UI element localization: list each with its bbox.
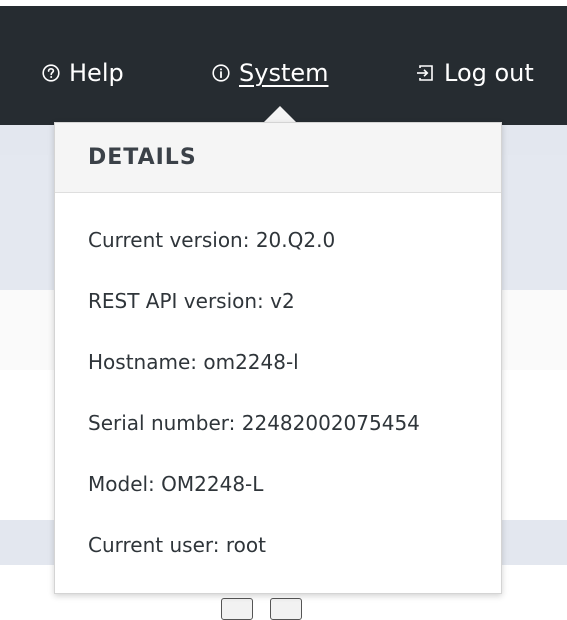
log-out-link[interactable]: Log out <box>415 58 534 88</box>
current-version-item: Current version: 20.Q2.0 <box>88 228 336 252</box>
serial-number-item: Serial number: 22482002075454 <box>88 411 420 435</box>
current-user-item: Current user: root <box>88 533 266 557</box>
system-details-dropdown: DETAILS Current version: 20.Q2.0 REST AP… <box>54 122 502 594</box>
help-circle-icon <box>42 64 60 82</box>
info-circle-icon <box>212 64 230 82</box>
details-title: DETAILS <box>55 123 501 193</box>
page-button-partial[interactable] <box>221 598 253 620</box>
system-link[interactable]: System <box>212 58 329 88</box>
log-out-icon <box>415 64 435 82</box>
hostname-item: Hostname: om2248-l <box>88 350 299 374</box>
help-link[interactable]: Help <box>42 58 124 88</box>
details-list: Current version: 20.Q2.0 REST API versio… <box>88 220 420 586</box>
system-label: System <box>239 59 329 87</box>
help-label: Help <box>69 59 124 87</box>
model-item: Model: OM2248-L <box>88 472 264 496</box>
log-out-label: Log out <box>444 59 534 87</box>
page-button-partial[interactable] <box>270 598 302 620</box>
rest-api-version-item: REST API version: v2 <box>88 289 295 313</box>
